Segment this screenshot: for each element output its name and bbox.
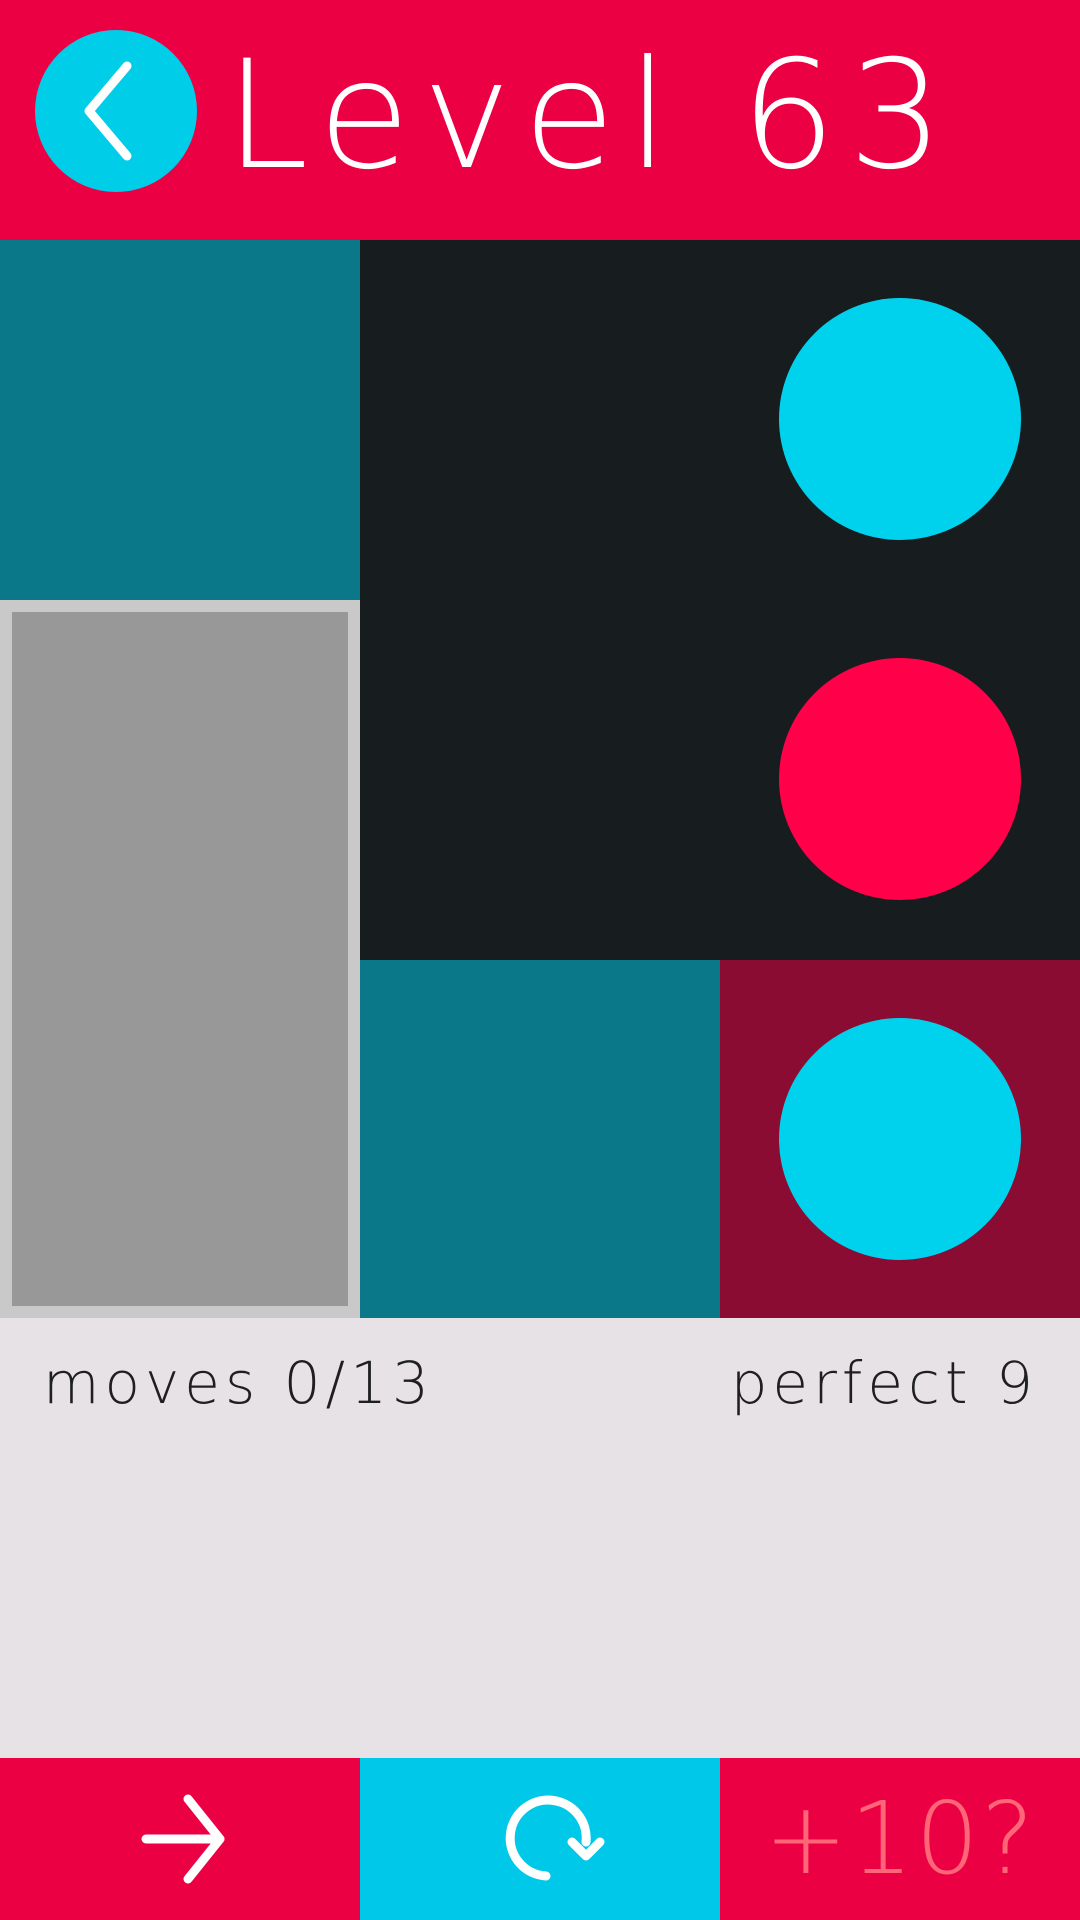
restart-icon [505, 1795, 605, 1881]
red-dot[interactable] [779, 658, 1021, 900]
level-title: Level 63 [225, 29, 956, 203]
next-level-button[interactable] [0, 1758, 360, 1920]
cyan-dot[interactable] [779, 298, 1021, 540]
hint-button[interactable]: +10? [720, 1758, 1080, 1920]
teal-tile[interactable] [360, 960, 720, 1318]
cyan-dot[interactable] [779, 1018, 1021, 1260]
arrow-right-icon [141, 1794, 225, 1884]
teal-tile[interactable] [0, 240, 360, 600]
gray-block-tile[interactable] [0, 600, 360, 1318]
perfect-counter: perfect 9 [730, 1349, 1038, 1417]
chevron-left-icon [84, 61, 132, 161]
hint-label: +10? [763, 1780, 1037, 1897]
header-bar: Level 63 [0, 0, 1080, 240]
moves-counter: moves 0/13 [43, 1349, 434, 1417]
game-board[interactable] [0, 240, 1080, 1318]
back-button[interactable] [35, 30, 197, 192]
restart-button[interactable] [360, 1758, 720, 1920]
